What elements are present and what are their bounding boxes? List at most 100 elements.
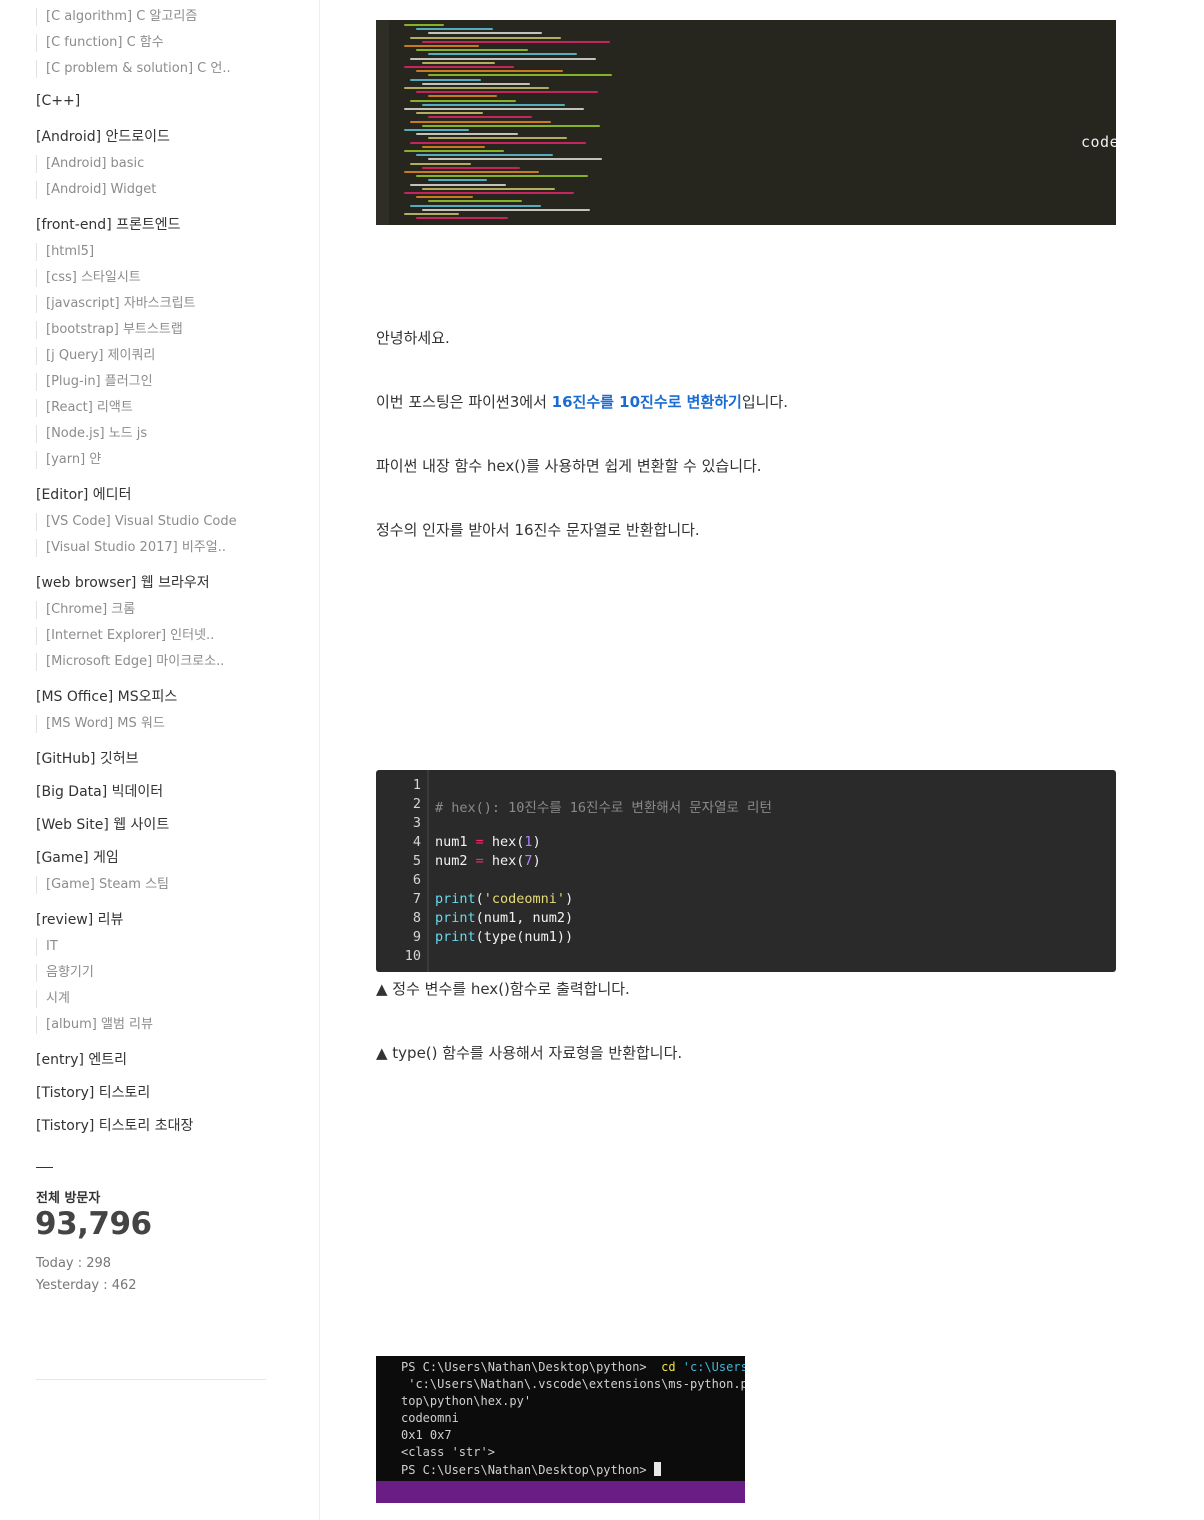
- terminal-output: 0x1 0x7: [401, 1428, 452, 1442]
- visitor-yesterday: Yesterday : 462: [36, 1278, 137, 1293]
- line-number: 5: [412, 853, 421, 869]
- sidebar-subcategory[interactable]: [Node.js] 노드 js: [36, 425, 147, 443]
- line-number: 10: [404, 948, 421, 964]
- terminal-prompt: PS C:\Users\Nathan\Desktop\python>: [401, 1463, 654, 1477]
- code-token: =: [467, 853, 492, 869]
- caption-hex: ▲ 정수 변수를 hex()함수로 출력합니다.: [376, 980, 630, 998]
- code-token: print: [435, 891, 476, 907]
- image-code-line: [404, 213, 459, 215]
- sidebar-subcategory[interactable]: [VS Code] Visual Studio Code: [36, 513, 237, 531]
- sidebar-category[interactable]: [Tistory] 티스토리 초대장: [36, 1115, 193, 1135]
- code-token: (type(num1)): [475, 929, 574, 945]
- terminal-output: <class 'str'>: [401, 1445, 495, 1459]
- code-token: print: [435, 910, 476, 926]
- sidebar-subcategory[interactable]: [Microsoft Edge] 마이크로소..: [36, 653, 224, 671]
- image-code-line: [404, 87, 549, 89]
- sidebar-category[interactable]: [Web Site] 웹 사이트: [36, 814, 169, 834]
- terminal-line: 'c:\Users\Nathan\.vscode\extensions\ms-p…: [401, 1377, 745, 1391]
- sidebar-subcategory[interactable]: [Internet Explorer] 인터넷..: [36, 627, 214, 645]
- image-code-line: [410, 36, 561, 39]
- sidebar-subcategory[interactable]: [yarn] 얀: [36, 451, 101, 469]
- sidebar-category[interactable]: [C++]: [36, 93, 80, 109]
- sidebar-subcategory[interactable]: [css] 스타일시트: [36, 269, 141, 287]
- sidebar-subcategory[interactable]: [React] 리액트: [36, 399, 133, 417]
- image-code-line: [410, 183, 506, 186]
- image-code-line: [428, 158, 602, 161]
- sidebar-subcategory[interactable]: [C function] C 함수: [36, 34, 164, 52]
- sidebar: [C algorithm] C 알고리즘 [C function] C 함수 [C …: [0, 0, 320, 1520]
- sidebar-category[interactable]: [Game] 게임: [36, 847, 119, 867]
- image-code-line: [410, 204, 541, 207]
- image-code-line: [422, 61, 495, 64]
- sidebar-subcategory[interactable]: 시계: [36, 990, 70, 1008]
- line-number: 2: [412, 796, 421, 812]
- code-token: hex(: [491, 834, 525, 850]
- visitor-title: 전체 방문자: [36, 1191, 101, 1206]
- visitor-today: Today : 298: [36, 1256, 112, 1271]
- terminal-command: cd: [661, 1360, 676, 1374]
- image-code-line: [416, 70, 563, 73]
- image-code-line: [422, 145, 485, 148]
- visitor-total: 93,796: [35, 1206, 152, 1242]
- sidebar-subcategory[interactable]: [Android] Widget: [36, 181, 156, 199]
- line-number: 7: [412, 891, 421, 907]
- image-code-line: [410, 99, 516, 102]
- code-block[interactable]: 1 2 3 4 5 6 7 8 9 10 # hex(): 10진수를 16진수…: [376, 770, 1116, 972]
- sidebar-category[interactable]: [Tistory] 티스토리: [36, 1082, 150, 1102]
- sidebar-subcategory[interactable]: [MS Word] MS 워드: [36, 715, 165, 733]
- code-token: hex(: [491, 853, 525, 869]
- image-code-line: [416, 175, 588, 178]
- sidebar-subcategory[interactable]: [bootstrap] 부트스트랩: [36, 321, 183, 339]
- sidebar-category[interactable]: [web browser] 웹 브라우저: [36, 572, 210, 592]
- image-code-line: [422, 82, 530, 85]
- sidebar-category[interactable]: [Editor] 에디터: [36, 484, 131, 504]
- terminal-path: 'c:\Users\: [682, 1360, 745, 1374]
- image-watermark: codeomni: [1081, 133, 1116, 151]
- image-code-line: [416, 196, 473, 199]
- image-code-line: [428, 74, 612, 77]
- code-line-print-type: print(type(num1)): [435, 929, 573, 945]
- image-code-line: [404, 129, 469, 131]
- sidebar-subcategory[interactable]: [j Query] 제이쿼리: [36, 347, 155, 365]
- code-line-print-str: print('codeomni'): [435, 891, 573, 907]
- intro-paragraph: 이번 포스팅은 파이썬3에서 16진수를 10진수로 변환하기입니다.: [376, 391, 788, 412]
- intro-highlight: 16진수를 10진수로 변환하기: [551, 393, 742, 411]
- sidebar-category[interactable]: [review] 리뷰: [36, 909, 123, 929]
- sidebar-subcategory[interactable]: [Chrome] 크롬: [36, 601, 135, 619]
- line-number: 8: [412, 910, 421, 926]
- return-paragraph: 정수의 인자를 받아서 16진수 문자열로 반환합니다.: [376, 521, 700, 539]
- code-token: 'codeomni': [483, 891, 566, 907]
- image-code-line: [404, 66, 514, 68]
- sidebar-category[interactable]: [Big Data] 빅데이터: [36, 781, 163, 801]
- sidebar-subcategory[interactable]: IT: [36, 938, 58, 956]
- image-code-line: [416, 154, 553, 157]
- sidebar-subcategory[interactable]: [html5]: [36, 243, 94, 261]
- image-code-line: [416, 28, 493, 31]
- image-code-line: [404, 24, 444, 26]
- sidebar-subcategory[interactable]: [javascript] 자바스크립트: [36, 295, 196, 313]
- image-code-line: [404, 192, 574, 194]
- image-code-line: [404, 108, 584, 110]
- image-code-line: [422, 103, 565, 106]
- code-token: ): [565, 891, 574, 907]
- sidebar-subcategory[interactable]: [Visual Studio 2017] 비주얼..: [36, 539, 226, 557]
- image-line-gutter: [376, 20, 389, 225]
- image-code-line: [422, 187, 555, 190]
- sidebar-subcategory[interactable]: [Android] basic: [36, 155, 144, 173]
- sidebar-subcategory[interactable]: [C algorithm] C 알고리즘: [36, 8, 197, 26]
- image-code-line: [416, 133, 518, 136]
- sidebar-category[interactable]: [entry] 엔트리: [36, 1049, 127, 1069]
- image-code-line: [428, 32, 542, 35]
- sidebar-subcategory[interactable]: [C problem & solution] C 언..: [36, 60, 231, 78]
- line-number: 9: [412, 929, 421, 945]
- sidebar-category[interactable]: [Android] 안드로이드: [36, 126, 170, 146]
- sidebar-subcategory[interactable]: 음향기기: [36, 964, 94, 982]
- sidebar-subcategory[interactable]: [album] 앨범 리뷰: [36, 1016, 153, 1034]
- sidebar-category[interactable]: [MS Office] MS오피스: [36, 686, 177, 706]
- sidebar-subcategory[interactable]: [Plug-in] 플러그인: [36, 373, 153, 391]
- sidebar-subcategory[interactable]: [Game] Steam 스팀: [36, 876, 169, 894]
- image-code-line: [416, 49, 528, 52]
- sidebar-category[interactable]: [front-end] 프론트엔드: [36, 214, 181, 234]
- code-line-num1: num1 = hex(1): [435, 834, 541, 850]
- sidebar-category[interactable]: [GitHub] 깃허브: [36, 748, 139, 768]
